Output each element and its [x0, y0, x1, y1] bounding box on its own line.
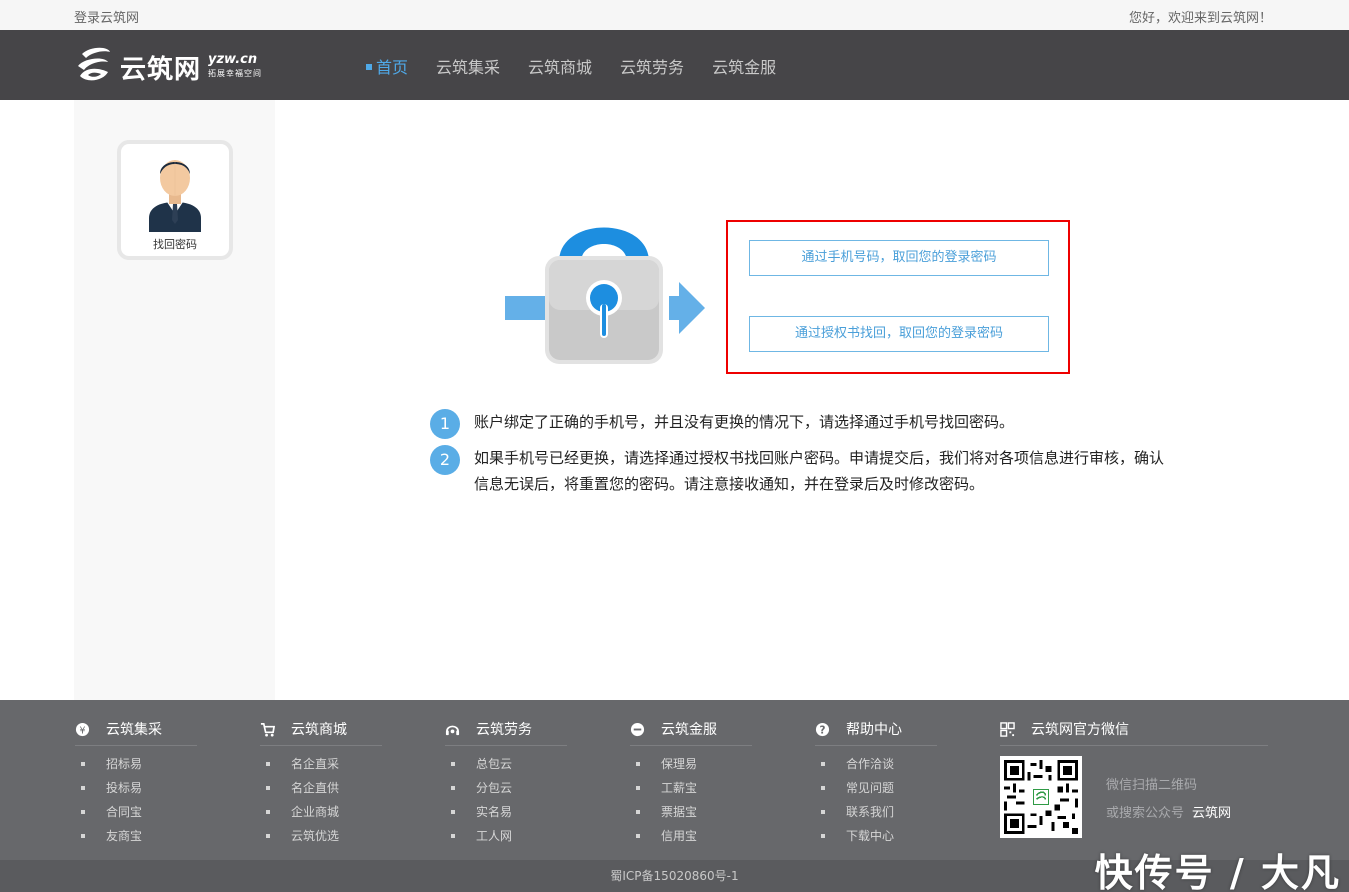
procurement-icon: ¥: [75, 722, 90, 736]
footer-link[interactable]: 分包云: [445, 776, 567, 800]
footer-link[interactable]: 名企直采: [260, 752, 382, 776]
step-badge: 2: [430, 445, 460, 475]
brand-slogan: 拓展幸福空间: [208, 69, 262, 78]
footer-column-procurement: ¥ 云筑集采 招标易 投标易 合同宝 友商宝: [75, 720, 197, 848]
sidebar-item-recover-password[interactable]: 找回密码: [117, 140, 233, 260]
footer-link[interactable]: 合作洽谈: [815, 752, 937, 776]
headset-icon: [445, 725, 460, 736]
header: 云筑网 yzw.cn 拓展幸福空间 首页 云筑集采 云筑商城 云筑劳务 云筑金服: [0, 30, 1349, 100]
footer-link[interactable]: 常见问题: [815, 776, 937, 800]
nav-item-procurement[interactable]: 云筑集采: [436, 54, 500, 78]
qr-code-icon: [1000, 722, 1015, 737]
nav-item-labor[interactable]: 云筑劳务: [620, 54, 684, 78]
lock-icon: [505, 227, 705, 364]
footer-link[interactable]: 友商宝: [75, 824, 197, 848]
instruction-item: 1 账户绑定了正确的手机号，并且没有更换的情况下，请选择通过手机号找回密码。: [430, 409, 1170, 439]
footer-link[interactable]: 企业商城: [260, 800, 382, 824]
footer-column-title: 云筑商城: [291, 722, 347, 738]
wechat-search-hint: 或搜索公众号 云筑网: [1106, 806, 1232, 821]
footer-link[interactable]: 联系我们: [815, 800, 937, 824]
footer-column-finance: 云筑金服 保理易 工薪宝 票据宝 信用宝: [630, 720, 752, 848]
footer-column-title: 云筑网官方微信: [1031, 722, 1129, 738]
footer-link[interactable]: 合同宝: [75, 800, 197, 824]
help-icon: ?: [815, 722, 830, 736]
login-link[interactable]: 登录云筑网: [74, 7, 139, 26]
user-avatar-icon: [149, 160, 201, 232]
site-logo[interactable]: 云筑网 yzw.cn 拓展幸福空间: [74, 44, 274, 86]
instruction-item: 2 如果手机号已经更换，请选择通过授权书找回账户密码。申请提交后，我们将对各项信…: [430, 445, 1170, 497]
footer-link[interactable]: 工薪宝: [630, 776, 752, 800]
wechat-account-name: 云筑网: [1192, 806, 1232, 821]
footer-link[interactable]: 名企直供: [260, 776, 382, 800]
footer-column-title: 帮助中心: [846, 722, 902, 738]
footer-link[interactable]: 工人网: [445, 824, 567, 848]
footer-link[interactable]: 招标易: [75, 752, 197, 776]
svg-text:¥: ¥: [80, 725, 86, 736]
footer-column-title: 云筑劳务: [476, 722, 532, 738]
watermark-text: 快传号 / 大凡: [1094, 851, 1341, 892]
footer-link[interactable]: 保理易: [630, 752, 752, 776]
top-strip: 登录云筑网 您好，欢迎来到云筑网！: [0, 0, 1349, 30]
logo-icon: [78, 47, 110, 81]
sidebar-item-label: 找回密码: [153, 238, 197, 251]
footer-link[interactable]: 信用宝: [630, 824, 752, 848]
footer-link[interactable]: 投标易: [75, 776, 197, 800]
footer: ¥ 云筑集采 招标易 投标易 合同宝 友商宝 云筑商城 名企直采 名企直供 企业…: [0, 700, 1349, 860]
instruction-text: 如果手机号已经更换，请选择通过授权书找回账户密码。申请提交后，我们将对各项信息进…: [474, 449, 1165, 493]
cart-icon: [260, 723, 275, 737]
footer-column-labor: 云筑劳务 总包云 分包云 实名易 工人网: [445, 720, 567, 848]
sidebar: 找回密码: [74, 100, 275, 700]
nav-item-finance[interactable]: 云筑金服: [712, 54, 776, 78]
footer-link[interactable]: 云筑优选: [260, 824, 382, 848]
recover-by-phone-button[interactable]: 通过手机号码，取回您的登录密码: [749, 240, 1049, 276]
nav-item-mall[interactable]: 云筑商城: [528, 54, 592, 78]
brand-name: 云筑网: [120, 55, 202, 85]
instruction-text: 账户绑定了正确的手机号，并且没有更换的情况下，请选择通过手机号找回密码。: [474, 413, 1015, 431]
wechat-scan-hint: 微信扫描二维码: [1106, 778, 1198, 793]
wechat-qr-code: [1000, 756, 1082, 838]
nav-item-home[interactable]: 首页: [366, 54, 408, 78]
instructions: 1 账户绑定了正确的手机号，并且没有更换的情况下，请选择通过手机号找回密码。 2…: [430, 409, 1170, 507]
footer-link[interactable]: 实名易: [445, 800, 567, 824]
finance-icon: [630, 722, 645, 737]
footer-link[interactable]: 票据宝: [630, 800, 752, 824]
welcome-text: 您好，欢迎来到云筑网！: [1128, 11, 1272, 26]
qr-code-image: [1004, 760, 1078, 834]
footer-column-mall: 云筑商城 名企直采 名企直供 企业商城 云筑优选: [260, 720, 382, 848]
main-nav: 首页 云筑集采 云筑商城 云筑劳务 云筑金服: [366, 54, 804, 78]
recovery-options: 通过手机号码，取回您的登录密码 通过授权书找回，取回您的登录密码: [726, 220, 1070, 374]
svg-text:?: ?: [820, 724, 826, 736]
footer-column-title: 云筑集采: [106, 722, 162, 738]
recover-by-authorization-button[interactable]: 通过授权书找回，取回您的登录密码: [749, 316, 1049, 352]
footer-column-help: ? 帮助中心 合作洽谈 常见问题 联系我们 下载中心: [815, 720, 937, 848]
wechat-section: 云筑网官方微信 微信扫描二维码 或搜索公众号 云筑网: [1000, 720, 1268, 838]
step-badge: 1: [430, 409, 460, 439]
footer-link[interactable]: 下载中心: [815, 824, 937, 848]
footer-link[interactable]: 总包云: [445, 752, 567, 776]
footer-column-title: 云筑金服: [661, 722, 717, 738]
brand-domain: yzw.cn: [208, 52, 258, 67]
